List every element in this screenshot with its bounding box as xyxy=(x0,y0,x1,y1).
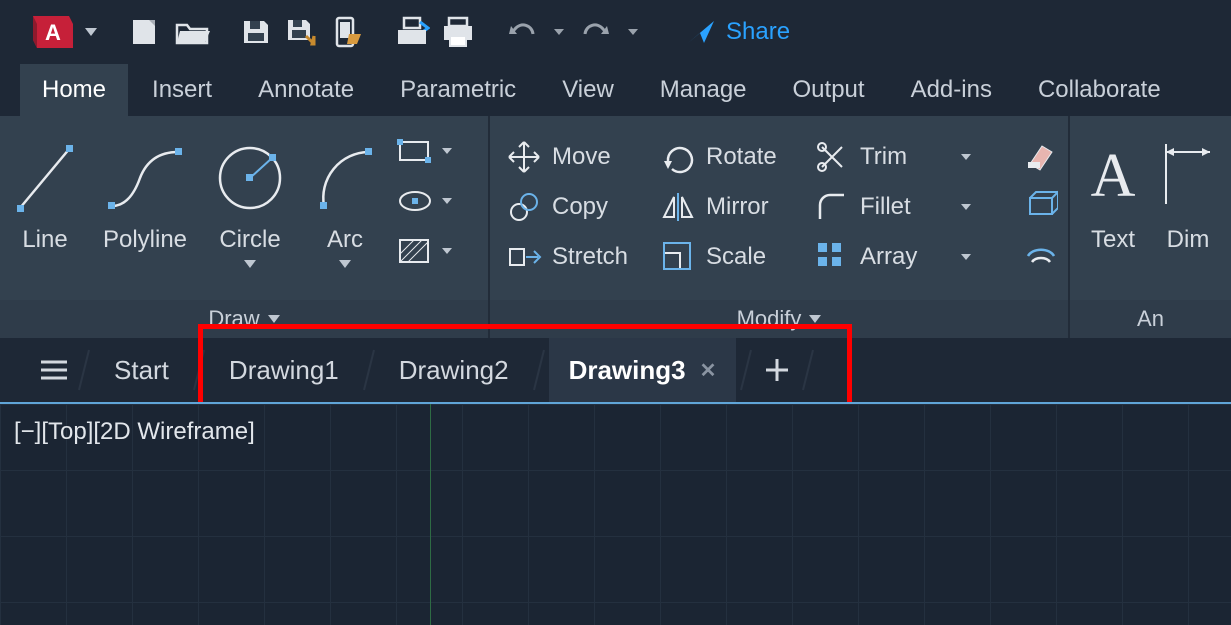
tool-trim[interactable]: Trim xyxy=(804,132,984,182)
tool-arc[interactable]: Arc xyxy=(300,126,390,268)
tool-dimension[interactable]: Dim xyxy=(1156,126,1226,254)
tool-fillet[interactable]: Fillet xyxy=(804,182,984,232)
tool-line-label: Line xyxy=(22,226,67,254)
tool-rectangle[interactable] xyxy=(396,136,452,166)
file-tab-start[interactable]: Start xyxy=(94,338,189,402)
undo-dropdown[interactable] xyxy=(548,9,570,55)
panel-modify-title[interactable]: Modify xyxy=(490,300,1068,338)
tool-explode[interactable] xyxy=(1024,188,1058,222)
svg-text:A: A xyxy=(1091,142,1136,210)
trim-icon xyxy=(814,139,850,175)
tool-erase[interactable] xyxy=(1024,138,1058,172)
ribbon-tab-home[interactable]: Home xyxy=(20,64,128,116)
file-tab-drawing3[interactable]: Drawing3 ✕ xyxy=(549,338,737,402)
share-label: Share xyxy=(726,18,790,46)
undo-button[interactable] xyxy=(502,9,542,55)
ribbon-tab-view[interactable]: View xyxy=(540,64,636,116)
tool-polyline[interactable]: Polyline xyxy=(90,126,200,254)
tool-rotate[interactable]: Rotate xyxy=(650,132,804,182)
panel-annotation: A Text Dim An xyxy=(1070,116,1231,338)
redo-dropdown[interactable] xyxy=(622,9,644,55)
save-as-button[interactable] xyxy=(282,9,322,55)
file-tab-drawing1[interactable]: Drawing1 xyxy=(209,338,359,402)
panel-draw-title[interactable]: Draw xyxy=(0,300,488,338)
ribbon-tab-collaborate[interactable]: Collaborate xyxy=(1016,64,1183,116)
move-icon xyxy=(506,139,542,175)
file-tabs: Start Drawing1 Drawing2 Drawing3 ✕ xyxy=(0,338,1231,402)
tool-text[interactable]: A Text xyxy=(1070,126,1156,254)
panel-draw: Line Polyline Circle Arc xyxy=(0,116,490,338)
tool-stretch[interactable]: Stretch xyxy=(496,232,650,282)
panel-annotation-title[interactable]: An xyxy=(1070,300,1231,338)
tool-circle-label: Circle xyxy=(219,226,280,254)
tab-divider-icon xyxy=(798,346,818,394)
copy-icon xyxy=(506,189,542,225)
svg-text:A: A xyxy=(45,20,61,45)
tool-copy[interactable]: Copy xyxy=(496,182,650,232)
print-button[interactable] xyxy=(438,9,478,55)
ribbon-tab-parametric[interactable]: Parametric xyxy=(378,64,538,116)
tool-circle[interactable]: Circle xyxy=(200,126,300,268)
tool-scale[interactable]: Scale xyxy=(650,232,804,282)
app-logo[interactable]: A xyxy=(28,9,74,55)
share-button[interactable]: Share xyxy=(686,18,790,46)
ribbon-tab-insert[interactable]: Insert xyxy=(130,64,234,116)
tool-ellipse[interactable] xyxy=(396,186,452,216)
viewport-controls-label[interactable]: [−][Top][2D Wireframe] xyxy=(14,418,255,446)
tool-move[interactable]: Move xyxy=(496,132,650,182)
drawing-viewport[interactable]: [−][Top][2D Wireframe] xyxy=(0,402,1231,625)
tool-text-label: Text xyxy=(1091,226,1135,254)
open-file-button[interactable] xyxy=(172,9,212,55)
rotate-icon xyxy=(660,139,696,175)
tool-line[interactable]: Line xyxy=(0,126,90,254)
tool-arc-label: Arc xyxy=(327,226,363,254)
stretch-icon xyxy=(506,239,542,275)
tab-divider-icon xyxy=(74,346,94,394)
ribbon-tab-manage[interactable]: Manage xyxy=(638,64,769,116)
mirror-icon xyxy=(660,189,696,225)
ribbon-tabs: Home Insert Annotate Parametric View Man… xyxy=(0,64,1231,116)
scale-icon xyxy=(660,239,696,275)
fillet-icon xyxy=(814,189,850,225)
tool-hatch[interactable] xyxy=(396,236,452,266)
viewport-y-axis xyxy=(430,404,431,625)
app-menu-dropdown[interactable] xyxy=(80,9,102,55)
close-icon[interactable]: ✕ xyxy=(700,358,717,383)
panel-modify: Move Rotate Trim Copy xyxy=(490,116,1070,338)
plot-button[interactable] xyxy=(392,9,432,55)
ribbon-tab-output[interactable]: Output xyxy=(771,64,887,116)
tab-divider-icon xyxy=(189,346,209,394)
ribbon: Line Polyline Circle Arc xyxy=(0,116,1231,338)
new-drawing-button[interactable] xyxy=(756,357,798,383)
tool-dimension-label: Dim xyxy=(1167,226,1210,254)
tool-array[interactable]: Array xyxy=(804,232,984,282)
tab-divider-icon xyxy=(736,346,756,394)
tool-polyline-label: Polyline xyxy=(103,226,187,254)
tab-divider-icon xyxy=(529,346,549,394)
ribbon-tab-annotate[interactable]: Annotate xyxy=(236,64,376,116)
file-tabs-menu-button[interactable] xyxy=(34,358,74,382)
tool-mirror[interactable]: Mirror xyxy=(650,182,804,232)
share-icon xyxy=(686,19,716,45)
quick-access-toolbar: A Share xyxy=(0,0,1231,64)
file-tab-drawing2[interactable]: Drawing2 xyxy=(379,338,529,402)
new-file-button[interactable] xyxy=(126,9,166,55)
tool-offset[interactable] xyxy=(1024,238,1058,272)
save-button[interactable] xyxy=(236,9,276,55)
redo-button[interactable] xyxy=(576,9,616,55)
array-icon xyxy=(814,239,850,275)
ribbon-tab-addins[interactable]: Add-ins xyxy=(889,64,1014,116)
tab-divider-icon xyxy=(359,346,379,394)
save-mobile-button[interactable] xyxy=(328,9,368,55)
